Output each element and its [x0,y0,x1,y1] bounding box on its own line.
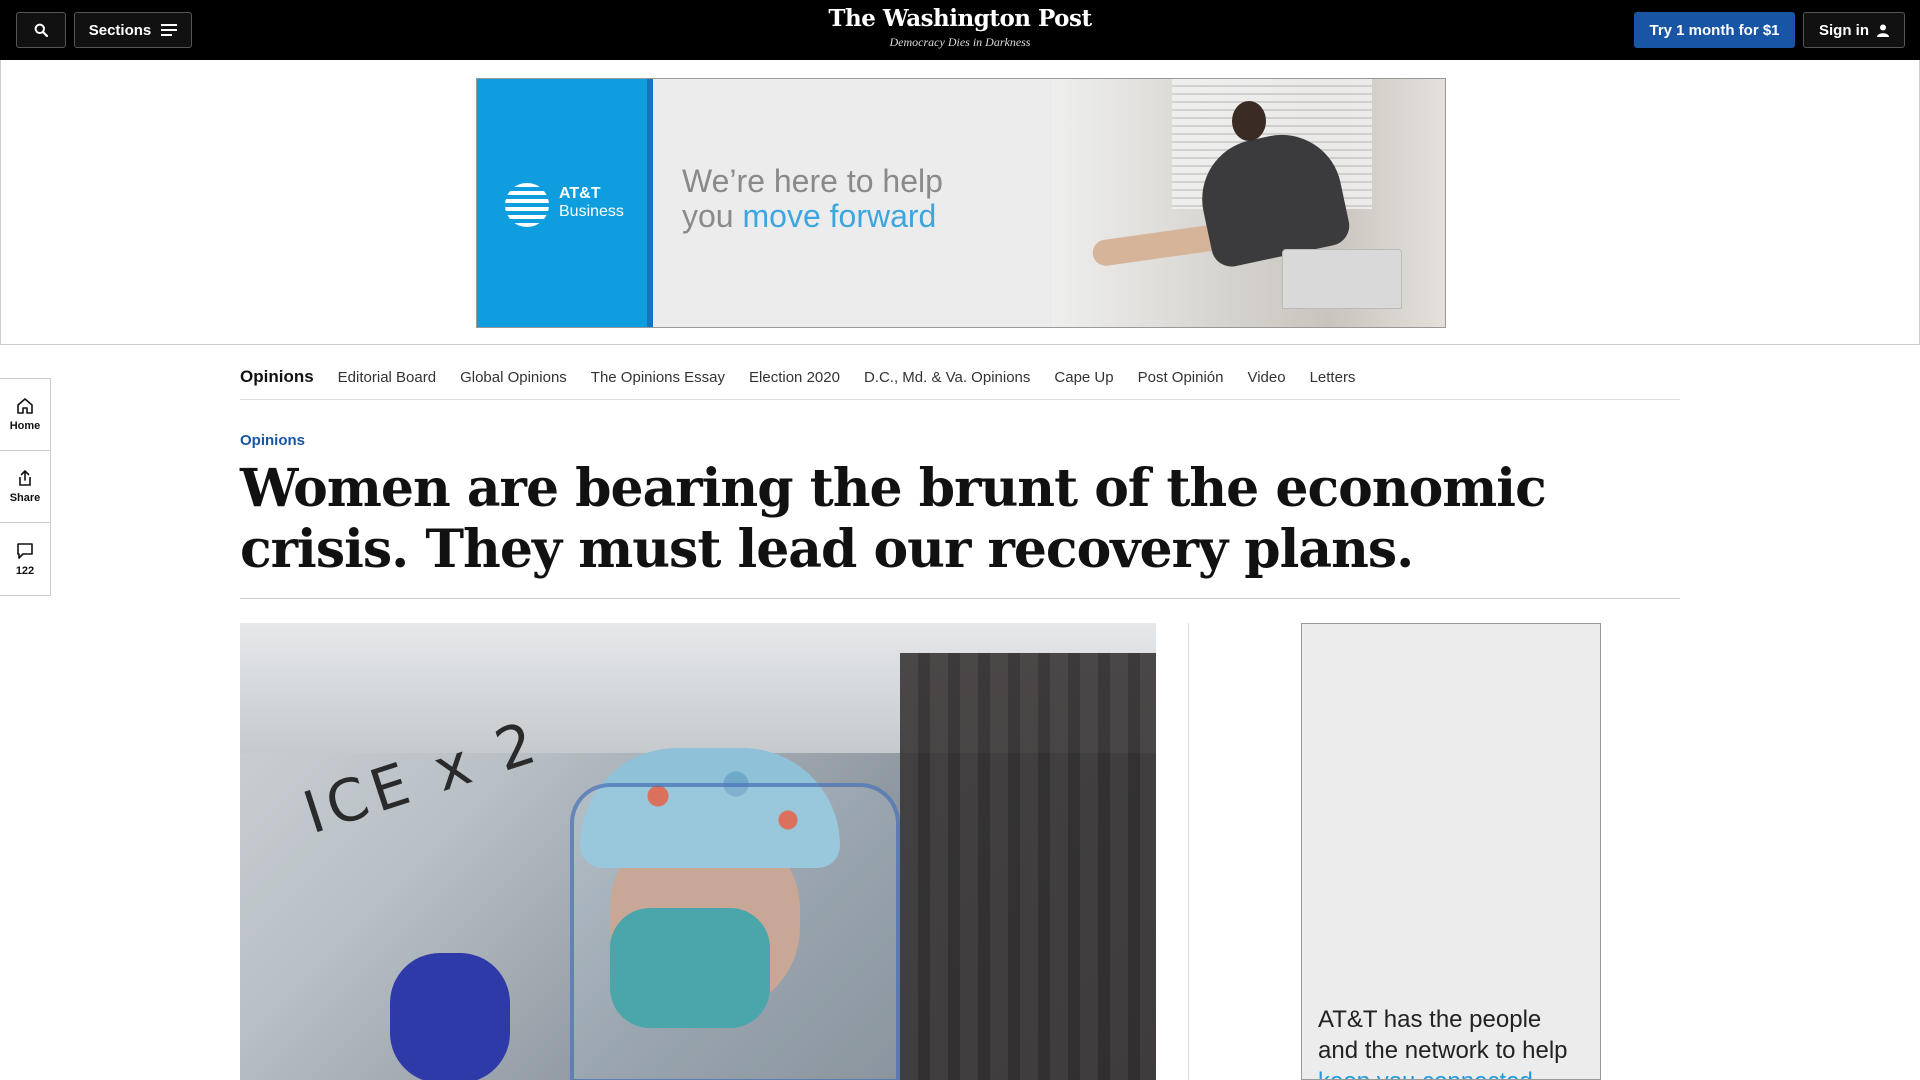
sign-in-label: Sign in [1819,21,1869,39]
home-label: Home [9,420,41,432]
side-ad-att[interactable]: AT&T has the people and the network to h… [1301,623,1601,1080]
ad-brand-sub: Business [559,203,624,220]
masthead: The Washington Post Democracy Dies in Da… [0,5,1920,50]
nav-link-post-opinion[interactable]: Post Opinión [1138,369,1224,386]
att-globe-icon [505,183,549,227]
ad-headline-line1: We’re here to help [682,163,943,199]
nav-link-cape-up[interactable]: Cape Up [1054,369,1113,386]
ad-headline-line2: you move forward [682,199,943,234]
photo-laptop [1282,249,1402,309]
top-ad-container: AT&T Business We’re here to help you mov… [0,60,1920,345]
column-divider [1188,623,1189,1080]
comments-count: 122 [15,564,35,577]
side-ad-line1: AT&T has the people [1318,1006,1542,1033]
photo-glove [390,953,510,1080]
share-icon [19,470,31,486]
article-kicker[interactable]: Opinions [240,432,305,449]
side-ad-text: AT&T has the people and the network to h… [1318,1004,1598,1079]
nav-link-global-opinions[interactable]: Global Opinions [460,369,567,386]
comment-icon [17,542,33,559]
site-logo[interactable]: The Washington Post [0,5,1920,32]
opinions-section-nav: Opinions Editorial Board Global Opinions… [240,355,1680,400]
ad-headline-plain: you [682,198,743,234]
comments-button[interactable]: 122 [0,523,50,595]
nav-link-election-2020[interactable]: Election 2020 [749,369,840,386]
side-ad-line2: and the network to help [1318,1037,1568,1064]
nav-link-letters[interactable]: Letters [1310,369,1356,386]
top-navigation-bar: Sections The Washington Post Democracy D… [0,0,1920,60]
home-button[interactable]: Home [0,379,50,451]
left-action-rail: Home Share 122 [0,378,51,596]
site-tagline: Democracy Dies in Darkness [889,35,1031,49]
ad-headline: We’re here to help you move forward [682,164,943,234]
nav-link-opinions-essay[interactable]: The Opinions Essay [591,369,725,386]
ad-brand-name: AT&T [559,185,601,202]
att-banner-ad[interactable]: AT&T Business We’re here to help you mov… [476,78,1446,328]
section-nav-title[interactable]: Opinions [240,367,314,387]
ad-brand-panel: AT&T Business [477,79,653,327]
ad-brand-text: AT&T Business [559,185,624,221]
nav-link-dc-md-va-opinions[interactable]: D.C., Md. & Va. Opinions [864,369,1030,386]
ad-headline-accent: move forward [742,198,937,234]
home-icon [17,398,33,414]
side-ad-accent: keep you connected. [1318,1066,1598,1079]
sign-in-button[interactable]: Sign in [1803,12,1905,48]
headline-divider [240,598,1680,599]
article-headline: Women are bearing the brunt of the econo… [240,458,1547,580]
share-label: Share [9,492,41,504]
photo-face-shield [570,783,900,1080]
nav-link-video[interactable]: Video [1247,369,1285,386]
nav-link-editorial-board[interactable]: Editorial Board [338,369,436,386]
subscribe-button[interactable]: Try 1 month for $1 [1634,12,1795,48]
photo-figure-head [1232,101,1266,141]
lead-photo-healthcare-worker[interactable]: ICE x 2 [240,623,1156,1080]
share-button[interactable]: Share [0,451,50,523]
photo-curtain [900,653,1156,1080]
user-icon [1877,24,1889,37]
ad-photo-yoga-woman [1052,79,1445,327]
